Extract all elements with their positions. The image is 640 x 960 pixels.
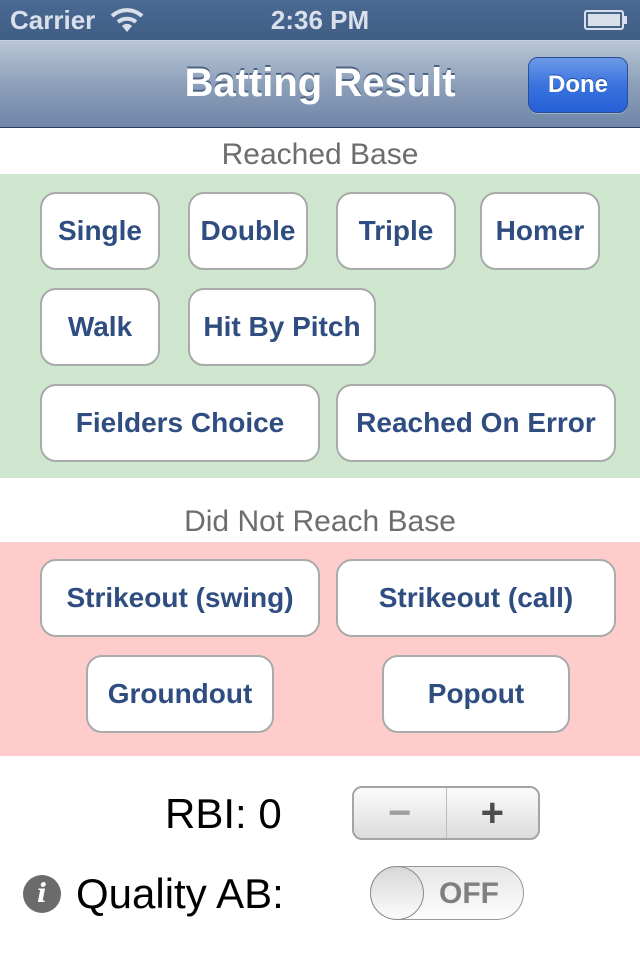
strikeout-call-button[interactable]: Strikeout (call) <box>336 559 616 637</box>
popout-button[interactable]: Popout <box>382 655 570 733</box>
double-button[interactable]: Double <box>188 192 308 270</box>
strikeout-swing-button[interactable]: Strikeout (swing) <box>40 559 320 637</box>
reached-base-heading: Reached Base <box>221 138 419 171</box>
status-time: 2:36 PM <box>270 5 370 35</box>
rbi-stepper[interactable]: − + <box>352 786 540 840</box>
battery-icon <box>584 10 627 30</box>
hit-by-pitch-button[interactable]: Hit By Pitch <box>188 288 376 366</box>
reached-on-error-button[interactable]: Reached On Error <box>336 384 616 462</box>
toggle-state-label: OFF <box>439 877 499 910</box>
rbi-decrement-button[interactable]: − <box>354 788 447 838</box>
groundout-button[interactable]: Groundout <box>86 655 274 733</box>
single-button[interactable]: Single <box>40 192 160 270</box>
fielders-choice-button[interactable]: Fielders Choice <box>40 384 320 462</box>
did-not-reach-base-section: Strikeout (swing) Strikeout (call) Groun… <box>0 542 640 756</box>
homer-button[interactable]: Homer <box>480 192 600 270</box>
toggle-knob[interactable] <box>370 866 424 920</box>
navigation-bar: Batting Result Done <box>0 40 640 128</box>
rbi-label: RBI: 0 <box>165 790 282 837</box>
triple-button[interactable]: Triple <box>336 192 456 270</box>
status-bar: Carrier 2:36 PM <box>0 0 640 40</box>
quality-ab-label: Quality AB: <box>76 870 284 917</box>
reached-base-section: Single Double Triple Homer Walk Hit By P… <box>0 174 640 478</box>
rbi-increment-button[interactable]: + <box>447 788 539 838</box>
did-not-reach-base-heading: Did Not Reach Base <box>184 505 456 538</box>
walk-button[interactable]: Walk <box>40 288 160 366</box>
done-button[interactable]: Done <box>528 57 628 113</box>
info-icon[interactable]: i <box>23 875 61 913</box>
quality-ab-toggle[interactable]: OFF <box>370 866 524 920</box>
